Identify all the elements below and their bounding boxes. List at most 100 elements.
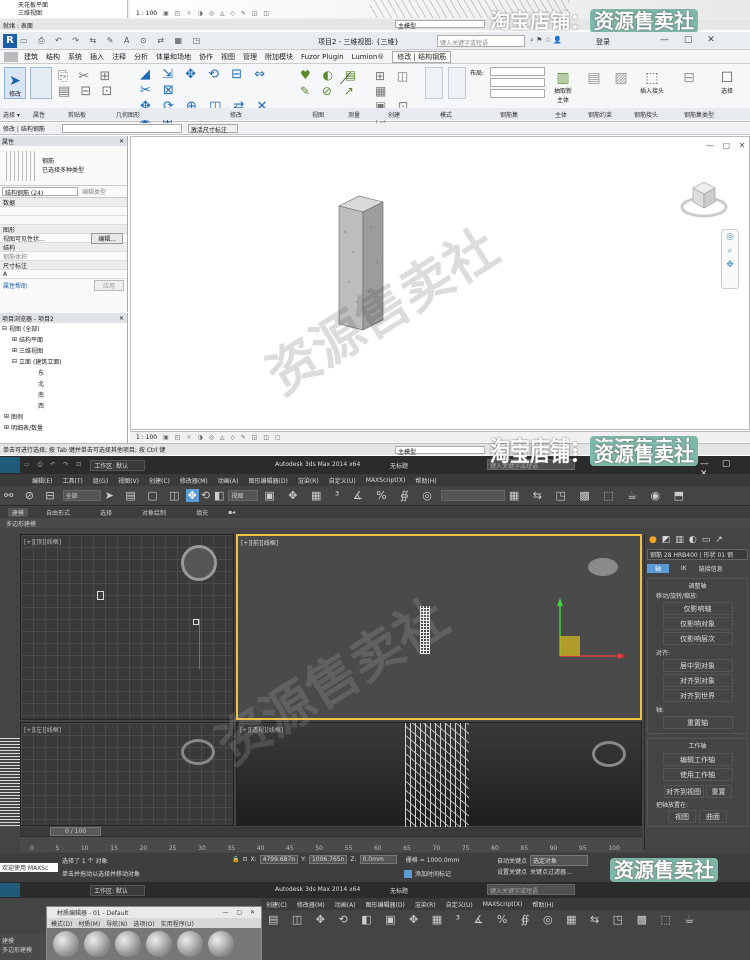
edit-constraints-button[interactable] — [425, 67, 443, 99]
menu-views[interactable]: 视图(V) — [118, 476, 139, 485]
layout-select[interactable] — [490, 67, 545, 76]
max-search-input[interactable]: 键入关键字或短语 — [487, 884, 575, 895]
selection-filter[interactable]: 全部 — [62, 490, 101, 501]
workspace-select[interactable]: 工作区: 默认 — [90, 459, 146, 471]
properties-button[interactable] — [30, 67, 52, 99]
menu-animation[interactable]: 动画(A) — [335, 900, 356, 909]
type-preview[interactable]: 钢筋 已选择多种类型 — [0, 146, 127, 186]
menu-group[interactable]: 组(G) — [93, 476, 108, 485]
active-model-select[interactable]: 主模型 — [395, 446, 485, 456]
tree-west[interactable]: 西 — [2, 400, 127, 411]
material-slot[interactable] — [84, 931, 110, 957]
tab-collaborate[interactable]: 协作 — [199, 52, 213, 62]
rebar-column-model[interactable] — [331, 192, 391, 332]
trackbar[interactable]: 0 5 10 15 20 25 30 35 40 45 50 55 60 65 … — [20, 836, 642, 852]
rebar-cage-front[interactable] — [420, 606, 430, 654]
key-filters-button[interactable]: 关键点过滤器... — [530, 867, 572, 876]
tree-north[interactable]: 北 — [2, 378, 127, 389]
category-dimensions[interactable]: 尺寸标注 — [0, 261, 127, 270]
window-controls[interactable]: — ▢ ✕ — [660, 35, 721, 45]
category-data[interactable]: 数据 — [0, 198, 127, 207]
modify-button[interactable]: ➤ 修改 — [4, 67, 26, 99]
zoom-level[interactable]: 1 : 100 — [136, 10, 157, 17]
tree-east[interactable]: 东 — [2, 367, 127, 378]
ribbon-tab-freeform[interactable]: 自由形式 — [46, 508, 70, 517]
scale-tool-icon[interactable]: ◧ — [214, 489, 224, 502]
menu-animation[interactable]: 动画(A) — [218, 476, 239, 485]
view-window-controls[interactable]: — ▢ ✕ — [706, 141, 748, 150]
place-surface-button[interactable]: 曲面 — [699, 810, 727, 823]
center-to-object-button[interactable]: 居中到对象 — [662, 659, 733, 672]
select-button[interactable]: ☐ 选择 — [714, 70, 740, 100]
navigation-bar[interactable]: ◎ ⌕ ✥ — [721, 229, 739, 289]
menu-help[interactable]: 帮助(H) — [532, 900, 553, 909]
tree-structural-plans[interactable]: ⊞ 结构平面 — [2, 334, 127, 345]
main-toolbar-icons[interactable]: ▤ ◫ ✥ ⟲ ◧ ▣ ✥ ▦ ³ ∡ % ∯ ◎ ▦ ⇆ ◳ ▩ ⬚ ☕ — [262, 910, 750, 930]
search-icon[interactable]: ⌕ ⚑ ☆ 👤 — [530, 36, 562, 45]
viewcube-icon[interactable] — [679, 172, 729, 222]
menu-tools[interactable]: 工具(T) — [62, 476, 82, 485]
menu-rendering[interactable]: 渲染(R) — [298, 476, 319, 485]
move-gizmo-icon[interactable] — [548, 594, 628, 664]
viewport-label[interactable]: [+][顶][线框] — [24, 537, 61, 546]
menu-rendering[interactable]: 渲染(R) — [415, 900, 436, 909]
edit-working-pivot-button[interactable]: 编辑工作轴 — [662, 753, 733, 766]
properties-help-link[interactable]: 属性帮助 — [3, 281, 27, 290]
tab-structure[interactable]: 结构 — [46, 52, 60, 62]
link-unlink-icons[interactable]: ⚯ ⊘ ⊟ — [4, 489, 59, 502]
material-editor-window[interactable]: 材质编辑器 - 01 - Default — ▢ ✕ 模式(D) 材质(M) 导航… — [46, 906, 262, 960]
menu-create[interactable]: 创建(C) — [149, 476, 170, 485]
revit-3d-viewport[interactable]: — ▢ ✕ ◎ ⌕ ✥ — [130, 136, 750, 430]
named-selection-set[interactable] — [440, 490, 505, 501]
menu-modifiers[interactable]: 修改器(M) — [297, 900, 325, 909]
rebar-shape-button[interactable]: ▨ — [610, 70, 632, 100]
instance-selector[interactable]: 结构钢筋 (24) — [2, 187, 78, 197]
ribbon-tab-populate[interactable]: 填充 — [196, 508, 208, 517]
tree-views-all[interactable]: ⊟ 视图 (全部) — [2, 323, 127, 334]
affect-pivot-only-button[interactable]: 仅影响轴 — [662, 602, 733, 615]
type-selector-mini[interactable] — [61, 124, 182, 133]
rebar-object-top[interactable] — [97, 591, 104, 600]
tree-3d-views[interactable]: ⊞ 三维视图 — [2, 345, 127, 356]
tab-annotate[interactable]: 注释 — [112, 52, 126, 62]
pivot-tab[interactable]: 轴 — [647, 564, 670, 573]
viewcube-icon[interactable] — [592, 741, 626, 767]
workspace-select[interactable]: 工作区: 默认 — [90, 884, 145, 896]
adjust-pivot-section[interactable]: 调整轴 — [648, 581, 747, 591]
login-link[interactable]: 登录 — [596, 37, 610, 47]
material-slot[interactable] — [208, 931, 234, 957]
rotate-tool-icon[interactable]: ⟲ — [201, 489, 210, 502]
tab-view[interactable]: 视图 — [221, 52, 235, 62]
quantity-field[interactable] — [490, 78, 545, 87]
reset-working-button[interactable]: 重置 — [705, 785, 732, 798]
quick-access-icons[interactable]: ▭ ⎙ ↶ ↷ ⇆ ✎ A ⊙ ⇄ ▦ ◳ — [20, 36, 204, 46]
group-select[interactable]: 选择 ▾ — [3, 110, 20, 119]
mat-menu-material[interactable]: 材质(M) — [78, 919, 100, 928]
viewcube-icon[interactable] — [181, 545, 217, 581]
y-coordinate[interactable]: 1006.765n — [308, 855, 348, 864]
affect-object-only-button[interactable]: 仅影响对象 — [662, 617, 733, 630]
menu-edit[interactable]: 编辑(E) — [32, 476, 52, 485]
ribbon-options-icon[interactable]: ▪◂ — [228, 509, 235, 516]
working-pivot-section[interactable]: 工作轴 — [648, 741, 747, 751]
max-logo-icon[interactable] — [0, 457, 20, 473]
ribbon-sub[interactable]: 多边形建模 — [2, 945, 44, 954]
steering-wheel-icon[interactable]: ◎ — [722, 230, 738, 244]
material-slot[interactable] — [146, 931, 172, 957]
apply-button[interactable]: 应用 — [93, 279, 124, 291]
viewcube-icon[interactable] — [181, 739, 215, 765]
menu-graph-editors[interactable]: 图形编辑器(D) — [366, 900, 405, 909]
material-slot[interactable] — [177, 931, 203, 957]
rebar-cage-perspective[interactable] — [405, 723, 469, 827]
tree-item[interactable]: 三维视图 — [0, 8, 127, 17]
viewport-left[interactable]: [+][左][线框] — [20, 722, 234, 826]
mat-menu-utilities[interactable]: 实用程序(U) — [161, 919, 194, 928]
viewport-perspective[interactable]: [+][透视][线框] — [236, 722, 642, 827]
edit-placement-button[interactable]: ▤ — [583, 70, 605, 100]
material-slot[interactable] — [53, 931, 79, 957]
auto-key-button[interactable]: 自动关键点 — [497, 856, 527, 865]
tree-schedules[interactable]: ⊞ 明细表/数量 — [2, 422, 127, 433]
menu-customize[interactable]: 自定义(U) — [329, 476, 356, 485]
tab-analyze[interactable]: 分析 — [134, 52, 148, 62]
menu-maxscript[interactable]: MAXScript(X) — [366, 477, 406, 484]
